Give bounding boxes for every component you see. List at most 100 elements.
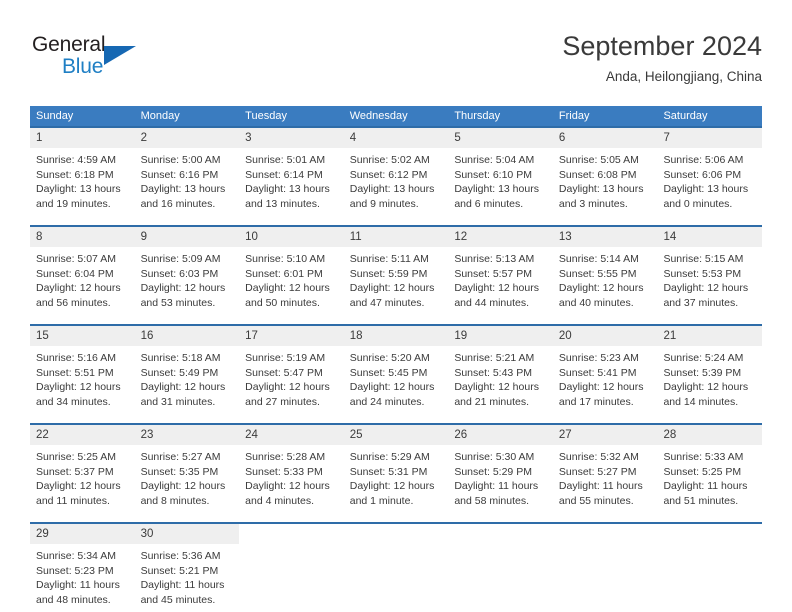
daylight-text: and 47 minutes. xyxy=(349,296,425,309)
daylight-text: and 4 minutes. xyxy=(245,494,315,507)
daylight-text: Daylight: 12 hours xyxy=(245,282,330,294)
brand-name-blue: Blue xyxy=(62,55,104,78)
calendar-day-cell[interactable]: 13 Sunrise: 5:14 AM Sunset: 5:55 PM Dayligh… xyxy=(552,227,658,316)
calendar-day-cell[interactable]: 24 Sunrise: 5:28 AM Sunset: 5:33 PM Dayligh… xyxy=(239,425,344,514)
day-number: 22 xyxy=(30,425,135,445)
day-details: Sunrise: 5:28 AM Sunset: 5:33 PM Daylight:… xyxy=(239,445,344,514)
sunrise-text: Sunrise: 5:28 AM xyxy=(245,451,326,463)
day-details: Sunrise: 5:32 AM Sunset: 5:27 PM Daylight:… xyxy=(553,445,658,514)
weekday-header-friday: Friday xyxy=(558,110,590,122)
sunset-text: Sunset: 6:03 PM xyxy=(140,267,219,280)
day-number: 28 xyxy=(657,425,763,445)
daylight-text: Daylight: 13 hours xyxy=(36,183,121,195)
day-details: Sunrise: 5:36 AM Sunset: 5:21 PM Daylight:… xyxy=(135,544,240,612)
sunrise-text: Sunrise: 5:01 AM xyxy=(245,154,326,166)
day-details: Sunrise: 4:59 AM Sunset: 6:18 PM Daylight:… xyxy=(30,148,135,217)
sunset-text: Sunset: 5:45 PM xyxy=(349,366,428,379)
day-details: Sunrise: 5:11 AM Sunset: 5:59 PM Daylight:… xyxy=(344,247,449,316)
calendar-day-cell[interactable]: 17 Sunrise: 5:19 AM Sunset: 5:47 PM Dayligh… xyxy=(239,326,344,415)
calendar-week-row: 15 Sunrise: 5:16 AM Sunset: 5:51 PM Dayligh… xyxy=(30,324,763,415)
day-details: Sunrise: 5:29 AM Sunset: 5:31 PM Daylight:… xyxy=(344,445,449,514)
day-details: Sunrise: 5:34 AM Sunset: 5:23 PM Daylight:… xyxy=(30,544,135,612)
day-number: 26 xyxy=(448,425,553,445)
daylight-text: Daylight: 12 hours xyxy=(349,282,435,294)
day-details: Sunrise: 5:05 AM Sunset: 6:08 PM Daylight:… xyxy=(553,148,658,217)
calendar-day-cell[interactable]: 10 Sunrise: 5:10 AM Sunset: 6:01 PM Dayligh… xyxy=(239,227,344,316)
daylight-text: Daylight: 13 hours xyxy=(349,183,435,195)
page-header: General Blue September 2024 Anda, Heilon… xyxy=(30,31,762,95)
calendar-day-cell[interactable]: 8 Sunrise: 5:07 AM Sunset: 6:04 PM Daylight… xyxy=(30,227,135,316)
sunrise-text: Sunrise: 5:15 AM xyxy=(663,253,744,265)
calendar-day-cell[interactable]: 22 Sunrise: 5:25 AM Sunset: 5:37 PM Dayligh… xyxy=(30,425,135,514)
calendar-day-cell[interactable]: 11 Sunrise: 5:11 AM Sunset: 5:59 PM Dayligh… xyxy=(343,227,449,316)
daylight-text: Daylight: 11 hours xyxy=(663,480,748,492)
sunset-text: Sunset: 5:35 PM xyxy=(140,465,219,478)
calendar-day-cell[interactable]: 12 Sunrise: 5:13 AM Sunset: 5:57 PM Dayligh… xyxy=(448,227,553,316)
weekday-header-monday: Monday xyxy=(140,110,180,122)
sunrise-text: Sunrise: 5:36 AM xyxy=(140,550,221,562)
sunrise-text: Sunrise: 5:20 AM xyxy=(349,352,430,364)
daylight-text: Daylight: 12 hours xyxy=(663,282,749,294)
daylight-text: and 0 minutes. xyxy=(663,197,733,210)
sunset-text: Sunset: 6:04 PM xyxy=(36,267,114,280)
calendar-day-cell[interactable]: 9 Sunrise: 5:09 AM Sunset: 6:03 PM Daylight… xyxy=(134,227,240,316)
calendar-day-cell[interactable]: 2 Sunrise: 5:00 AM Sunset: 6:16 PM Daylight… xyxy=(134,128,240,217)
calendar-day-cell[interactable]: 27 Sunrise: 5:32 AM Sunset: 5:27 PM Dayligh… xyxy=(552,425,658,514)
sunrise-text: Sunrise: 5:30 AM xyxy=(454,451,535,463)
calendar-day-cell[interactable]: 29 Sunrise: 5:34 AM Sunset: 5:23 PM Dayligh… xyxy=(30,524,135,612)
daylight-text: and 27 minutes. xyxy=(245,395,320,408)
daylight-text: Daylight: 12 hours xyxy=(36,480,121,492)
calendar-day-cell[interactable]: 20 Sunrise: 5:23 AM Sunset: 5:41 PM Dayligh… xyxy=(552,326,658,415)
daylight-text: Daylight: 13 hours xyxy=(558,183,644,195)
daylight-text: Daylight: 13 hours xyxy=(245,183,330,195)
calendar-day-cell[interactable]: 18 Sunrise: 5:20 AM Sunset: 5:45 PM Dayligh… xyxy=(343,326,449,415)
day-details: Sunrise: 5:23 AM Sunset: 5:41 PM Daylight:… xyxy=(553,346,658,415)
daylight-text: and 53 minutes. xyxy=(140,296,216,309)
day-number: 12 xyxy=(448,227,553,247)
day-number: 23 xyxy=(134,425,240,445)
calendar-day-cell[interactable]: 28 Sunrise: 5:33 AM Sunset: 5:25 PM Dayligh… xyxy=(657,425,763,514)
calendar-day-cell-empty xyxy=(448,524,553,612)
daylight-text: Daylight: 13 hours xyxy=(663,183,749,195)
calendar-day-cell[interactable]: 1 Sunrise: 4:59 AM Sunset: 6:18 PM Daylight… xyxy=(30,128,135,217)
sunset-text: Sunset: 5:29 PM xyxy=(454,465,532,478)
sunrise-text: Sunrise: 4:59 AM xyxy=(36,154,116,166)
calendar-day-cell[interactable]: 6 Sunrise: 5:05 AM Sunset: 6:08 PM Daylight… xyxy=(552,128,658,217)
daylight-text: and 19 minutes. xyxy=(36,197,111,210)
calendar-day-cell[interactable]: 15 Sunrise: 5:16 AM Sunset: 5:51 PM Dayligh… xyxy=(30,326,135,415)
sunrise-text: Sunrise: 5:10 AM xyxy=(245,253,326,265)
calendar-day-cell[interactable]: 7 Sunrise: 5:06 AM Sunset: 6:06 PM Daylight… xyxy=(657,128,763,217)
day-details: Sunrise: 5:15 AM Sunset: 5:53 PM Daylight:… xyxy=(657,247,762,316)
calendar-day-cell-empty xyxy=(552,524,658,612)
weekday-header-tuesday: Tuesday xyxy=(245,110,287,122)
sunset-text: Sunset: 5:39 PM xyxy=(663,366,742,379)
calendar-day-cell[interactable]: 16 Sunrise: 5:18 AM Sunset: 5:49 PM Dayligh… xyxy=(134,326,240,415)
day-number: 19 xyxy=(448,326,553,346)
calendar-day-cell[interactable]: 26 Sunrise: 5:30 AM Sunset: 5:29 PM Dayligh… xyxy=(448,425,553,514)
calendar-day-cell[interactable]: 23 Sunrise: 5:27 AM Sunset: 5:35 PM Dayligh… xyxy=(134,425,240,514)
day-details: Sunrise: 5:02 AM Sunset: 6:12 PM Daylight:… xyxy=(344,148,449,217)
day-details xyxy=(553,544,658,604)
daylight-text: and 44 minutes. xyxy=(454,296,530,309)
brand-logo[interactable]: General Blue xyxy=(32,33,152,85)
calendar-day-cell[interactable]: 30 Sunrise: 5:36 AM Sunset: 5:21 PM Dayligh… xyxy=(134,524,240,612)
calendar-day-cell[interactable]: 19 Sunrise: 5:21 AM Sunset: 5:43 PM Dayligh… xyxy=(448,326,553,415)
day-details: Sunrise: 5:10 AM Sunset: 6:01 PM Daylight:… xyxy=(239,247,344,316)
calendar-day-cell[interactable]: 21 Sunrise: 5:24 AM Sunset: 5:39 PM Dayligh… xyxy=(657,326,763,415)
sunrise-text: Sunrise: 5:13 AM xyxy=(454,253,535,265)
sunset-text: Sunset: 5:21 PM xyxy=(140,564,219,577)
sunrise-text: Sunrise: 5:25 AM xyxy=(36,451,116,463)
daylight-text: and 58 minutes. xyxy=(454,494,530,507)
day-number: 21 xyxy=(657,326,763,346)
sunset-text: Sunset: 5:43 PM xyxy=(454,366,532,379)
calendar-day-cell[interactable]: 5 Sunrise: 5:04 AM Sunset: 6:10 PM Daylight… xyxy=(448,128,553,217)
weekday-header-sunday: Sunday xyxy=(36,110,74,122)
calendar-day-cell[interactable]: 25 Sunrise: 5:29 AM Sunset: 5:31 PM Dayligh… xyxy=(343,425,449,514)
calendar-day-cell[interactable]: 4 Sunrise: 5:02 AM Sunset: 6:12 PM Daylight… xyxy=(343,128,449,217)
calendar-day-cell[interactable]: 3 Sunrise: 5:01 AM Sunset: 6:14 PM Daylight… xyxy=(239,128,344,217)
day-number xyxy=(448,524,553,544)
weekday-header-wednesday: Wednesday xyxy=(349,110,408,122)
day-details: Sunrise: 5:06 AM Sunset: 6:06 PM Daylight:… xyxy=(657,148,762,217)
calendar-day-cell[interactable]: 14 Sunrise: 5:15 AM Sunset: 5:53 PM Dayligh… xyxy=(657,227,763,316)
sunrise-text: Sunrise: 5:33 AM xyxy=(663,451,744,463)
